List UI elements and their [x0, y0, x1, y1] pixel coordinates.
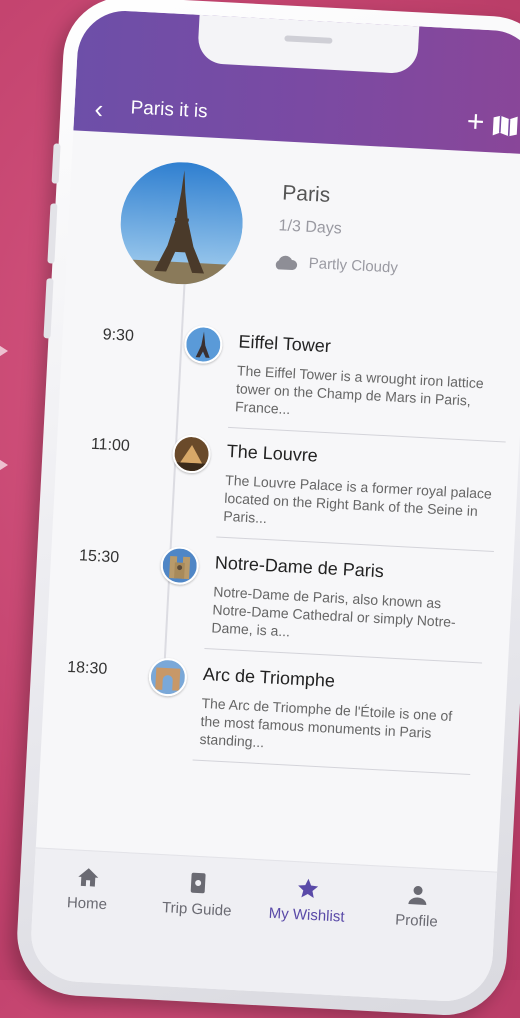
stop-description: The Arc de Triomphe de l'Étoile is one o… [199, 694, 453, 751]
louvre-thumbnail [171, 434, 212, 475]
stop-name: The Louvre [226, 440, 319, 466]
stop-time: 9:30 [102, 326, 135, 345]
divider [192, 759, 471, 776]
tab-profile[interactable]: Profile [366, 880, 468, 933]
phone-side-button [51, 143, 61, 184]
tab-my-wishlist[interactable]: My Wishlist [256, 874, 358, 927]
profile-icon [408, 885, 427, 905]
tab-label: Trip Guide [161, 899, 232, 920]
weather-status: Partly Cloudy [308, 254, 399, 277]
stop-description: The Louvre Palace is a former royal pala… [222, 471, 493, 527]
stop-name: Notre-Dame de Paris [214, 552, 385, 582]
city-name: Paris [281, 181, 331, 207]
stop-time: 11:00 [90, 435, 131, 455]
tab-label: Profile [394, 911, 439, 931]
tab-label: Home [66, 894, 108, 914]
cloud-icon [275, 255, 298, 271]
stop-description: The Eiffel Tower is a wrought iron latti… [234, 362, 485, 418]
stop-name: Eiffel Tower [238, 331, 332, 357]
add-icon[interactable]: + [466, 105, 485, 139]
background-chevron-1 [0, 342, 8, 360]
map-icon[interactable] [492, 114, 519, 137]
stop-time: 15:30 [78, 547, 120, 567]
page-title: Paris it is [130, 97, 209, 123]
tab-label: My Wishlist [268, 904, 345, 926]
divider [204, 647, 483, 664]
trip-days: 1/3 Days [278, 217, 343, 238]
star-icon [298, 878, 319, 899]
bottom-tab-bar: Home Trip Guide My Wishlist Profile [28, 847, 498, 1004]
eiffel-tower-thumbnail [183, 324, 224, 365]
speaker-grille [284, 35, 333, 44]
phone-side-button [47, 203, 58, 264]
tab-trip-guide[interactable]: Trip Guide [146, 868, 248, 921]
stop-time: 18:30 [66, 658, 108, 678]
background-chevron-2 [0, 456, 8, 474]
paris-hero-image [117, 159, 246, 288]
app-screen: ‹ Paris it is + Paris 1/3 Days Partly Cl… [28, 8, 520, 1004]
phone-side-button [43, 278, 54, 339]
tab-home[interactable]: Home [36, 863, 138, 916]
home-icon [78, 868, 99, 887]
notre-dame-thumbnail [159, 545, 200, 586]
phone-frame: ‹ Paris it is + Paris 1/3 Days Partly Cl… [14, 0, 520, 1018]
stop-description: Notre-Dame de Paris, also known as Notre… [211, 583, 457, 640]
arc-de-triomphe-thumbnail [147, 657, 188, 698]
timeline-line [162, 284, 186, 684]
stop-name: Arc de Triomphe [202, 663, 336, 691]
divider [228, 426, 506, 443]
divider [216, 536, 494, 552]
back-chevron-icon[interactable]: ‹ [94, 94, 104, 124]
guide-icon [190, 872, 206, 894]
